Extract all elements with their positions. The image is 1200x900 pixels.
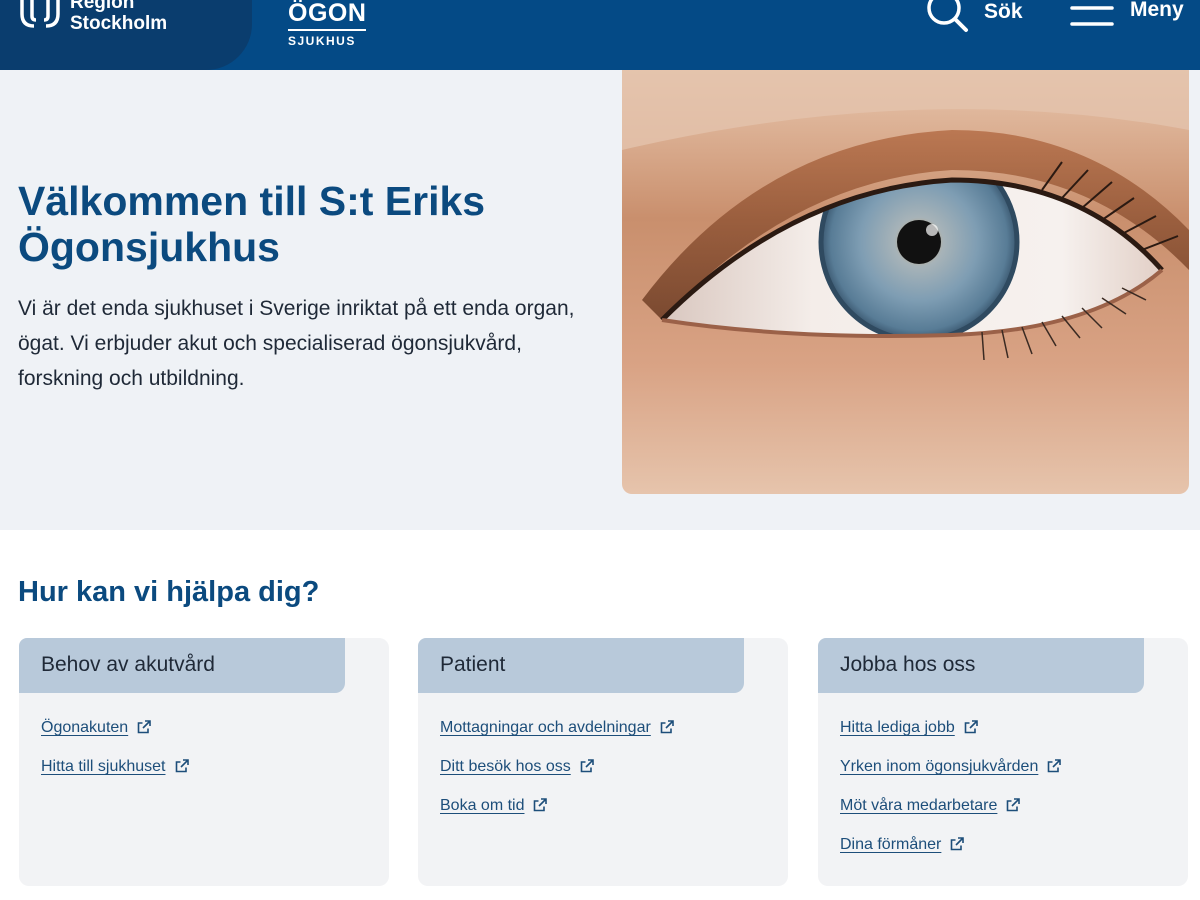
list-item: Mottagningar och avdelningar bbox=[440, 718, 675, 757]
link-ditt-besok[interactable]: Ditt besök hos oss bbox=[440, 757, 571, 777]
card-link-list: Mottagningar och avdelningar Ditt besök … bbox=[440, 718, 675, 835]
search-label: Sök bbox=[984, 0, 1023, 23]
card-header: Jobba hos oss bbox=[818, 638, 1144, 693]
external-link-icon bbox=[1048, 759, 1062, 773]
link-mot-vara-medarbetare[interactable]: Möt våra medarbetare bbox=[840, 796, 997, 816]
hero-title: Välkommen till S:t Eriks Ögonsjukhus bbox=[18, 178, 486, 270]
help-section-title: Hur kan vi hjälpa dig? bbox=[18, 576, 320, 608]
list-item: Ditt besök hos oss bbox=[440, 757, 675, 796]
link-dina-formaner[interactable]: Dina förmåner bbox=[840, 835, 941, 855]
menu-button[interactable]: Meny bbox=[1070, 0, 1184, 32]
region-stockholm-logo[interactable]: Region Stockholm bbox=[0, 0, 252, 70]
external-link-icon bbox=[534, 798, 548, 812]
card-patient: Patient Mottagningar och avdelningar Dit… bbox=[418, 638, 788, 886]
eye-illustration bbox=[622, 70, 1189, 494]
card-akutvard: Behov av akutvård Ögonakuten Hitta till … bbox=[19, 638, 389, 886]
list-item: Boka om tid bbox=[440, 796, 675, 835]
brand-bottom-text: SJUKHUS bbox=[288, 34, 356, 48]
card-header: Patient bbox=[418, 638, 744, 693]
external-link-icon bbox=[964, 720, 978, 734]
external-link-icon bbox=[175, 759, 189, 773]
link-hitta-lediga-jobb[interactable]: Hitta lediga jobb bbox=[840, 718, 955, 738]
card-title: Patient bbox=[440, 653, 506, 676]
list-item: Hitta lediga jobb bbox=[840, 718, 1062, 757]
link-mottagningar[interactable]: Mottagningar och avdelningar bbox=[440, 718, 651, 738]
brand-divider bbox=[288, 29, 366, 31]
card-title: Behov av akutvård bbox=[41, 653, 215, 676]
region-stockholm-wordmark: Region Stockholm bbox=[70, 0, 167, 34]
logo-line-2: Stockholm bbox=[70, 13, 168, 34]
link-ogonakuten[interactable]: Ögonakuten bbox=[41, 718, 128, 738]
hamburger-menu-icon bbox=[1070, 6, 1114, 26]
link-yrken[interactable]: Yrken inom ögonsjukvården bbox=[840, 757, 1038, 777]
brand-top-text: ÖGON bbox=[288, 0, 367, 27]
external-link-icon bbox=[580, 759, 594, 773]
external-link-icon bbox=[1007, 798, 1021, 812]
hero-section: Välkommen till S:t Eriks Ögonsjukhus Vi … bbox=[0, 70, 1200, 530]
site-header: Region Stockholm ÖGON SJUKHUS Sök Meny bbox=[0, 0, 1200, 70]
external-link-icon bbox=[951, 837, 965, 851]
eye-closeup-image bbox=[622, 70, 1189, 494]
external-link-icon bbox=[660, 720, 674, 734]
menu-label: Meny bbox=[1130, 0, 1184, 21]
external-link-icon bbox=[137, 720, 151, 734]
ogonsjukhus-logo[interactable]: ÖGON SJUKHUS bbox=[288, 0, 366, 48]
list-item: Hitta till sjukhuset bbox=[41, 757, 190, 796]
list-item: Möt våra medarbetare bbox=[840, 796, 1062, 835]
search-button[interactable]: Sök bbox=[924, 0, 1023, 34]
hero-description: Vi är det enda sjukhuset i Sverige inrik… bbox=[18, 297, 575, 390]
link-boka-om-tid[interactable]: Boka om tid bbox=[440, 796, 524, 816]
list-item: Yrken inom ögonsjukvården bbox=[840, 757, 1062, 796]
list-item: Dina förmåner bbox=[840, 835, 1062, 874]
search-icon bbox=[927, 0, 968, 32]
region-stockholm-logo-icon bbox=[20, 0, 60, 28]
list-item: Ögonakuten bbox=[41, 718, 190, 757]
logo-line-1: Region bbox=[70, 0, 135, 13]
card-title: Jobba hos oss bbox=[840, 653, 976, 676]
card-jobba-hos-oss: Jobba hos oss Hitta lediga jobb Yrken in… bbox=[818, 638, 1188, 886]
card-header: Behov av akutvård bbox=[19, 638, 345, 693]
link-hitta-till-sjukhuset[interactable]: Hitta till sjukhuset bbox=[41, 757, 166, 777]
card-link-list: Ögonakuten Hitta till sjukhuset bbox=[41, 718, 190, 796]
card-link-list: Hitta lediga jobb Yrken inom ögonsjukvår… bbox=[840, 718, 1062, 874]
